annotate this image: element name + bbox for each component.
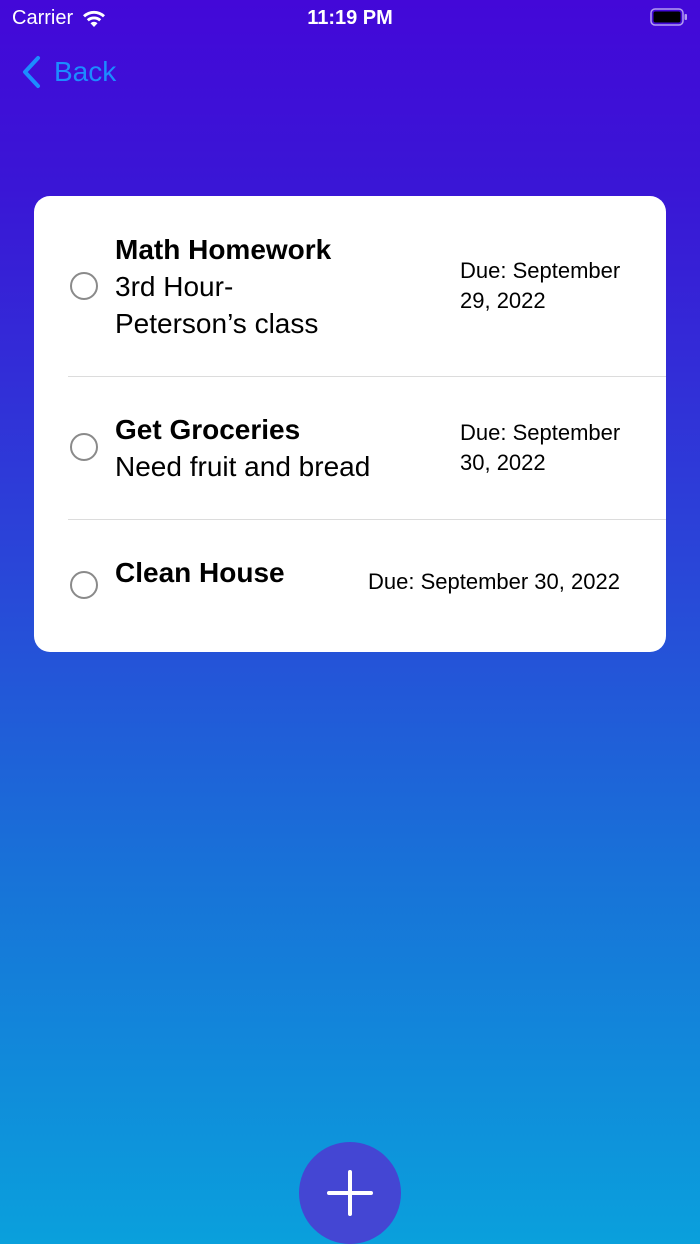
task-description-line: Peterson’s class — [115, 308, 319, 339]
task-description: 3rd Hour- Peterson’s class — [115, 268, 318, 342]
task-due-line: Due: September — [460, 420, 621, 445]
task-description-line: Need fruit and bread — [115, 451, 371, 482]
task-description: Need fruit and bread — [115, 448, 370, 485]
task-row[interactable]: Math Homework 3rd Hour- Peterson’s class… — [34, 196, 666, 376]
plus-icon — [327, 1170, 373, 1216]
circle-checkbox-icon[interactable] — [70, 571, 98, 599]
back-button[interactable]: Back — [20, 54, 116, 90]
status-bar: Carrier 11:19 PM — [0, 0, 700, 36]
task-due-line: 29, 2022 — [460, 288, 546, 313]
task-row[interactable]: Get Groceries Need fruit and bread Due: … — [34, 376, 666, 519]
task-due-line: Due: September — [460, 258, 621, 283]
task-row[interactable]: Clean House Due: September 30, 2022 — [34, 519, 666, 652]
back-label: Back — [54, 56, 117, 87]
circle-checkbox-icon[interactable] — [70, 272, 98, 300]
battery-icon — [650, 8, 687, 26]
task-description-line: 3rd Hour- — [115, 271, 234, 302]
task-due-line: Due: September 30, 2022 — [368, 569, 620, 594]
task-title: Math Homework — [115, 234, 332, 265]
task-title: Clean House — [115, 557, 285, 588]
status-time: 11:19 PM — [307, 7, 393, 29]
task-due-line: 30, 2022 — [460, 450, 546, 475]
task-list-card: Math Homework 3rd Hour- Peterson’s class… — [34, 196, 666, 652]
task-due-date: Due: September 29, 2022 — [460, 256, 620, 316]
task-title: Get Groceries — [115, 414, 301, 445]
add-task-button[interactable] — [299, 1142, 401, 1244]
chevron-left-icon — [23, 56, 40, 88]
circle-checkbox-icon[interactable] — [70, 433, 98, 461]
task-due-date: Due: September 30, 2022 — [368, 567, 620, 597]
task-due-date: Due: September 30, 2022 — [460, 418, 620, 478]
